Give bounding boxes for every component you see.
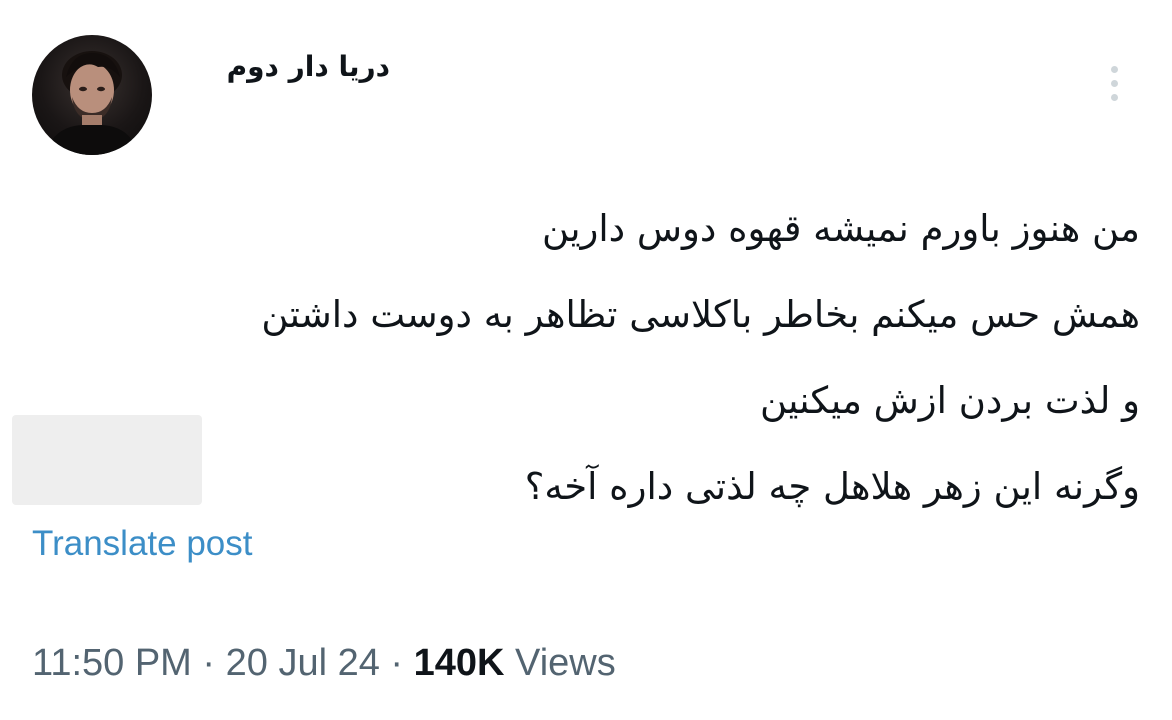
meta-separator: ·	[379, 642, 414, 684]
tweet-date[interactable]: 20 Jul 24	[226, 642, 380, 684]
tweet-card: دریا دار دوم من هنوز باورم نمیشه قهوه دو…	[0, 0, 1172, 720]
translate-post-link[interactable]: Translate post	[32, 524, 252, 564]
meta-separator: ·	[191, 642, 226, 684]
views-label: Views	[504, 642, 616, 684]
more-vertical-icon-dot	[1111, 80, 1118, 87]
tweet-line: همش حس میکنم بخاطر باکلاسی تظاهر به دوست…	[261, 293, 1140, 336]
author-avatar[interactable]	[32, 35, 152, 155]
more-vertical-icon	[1111, 66, 1118, 73]
views-count[interactable]: 140K	[414, 642, 505, 684]
tweet-line: من هنوز باورم نمیشه قهوه دوس دارین	[542, 207, 1140, 250]
more-vertical-icon-dot	[1111, 94, 1118, 101]
tweet-time[interactable]: 11:50 PM	[32, 642, 192, 684]
author-display-name[interactable]: دریا دار دوم	[180, 44, 390, 90]
person-photo-avatar-icon	[46, 51, 138, 155]
more-options-button[interactable]	[1098, 60, 1132, 110]
redacted-area	[12, 415, 202, 505]
tweet-metadata: 11:50 PM · 20 Jul 24 · 140K Views	[32, 640, 616, 686]
